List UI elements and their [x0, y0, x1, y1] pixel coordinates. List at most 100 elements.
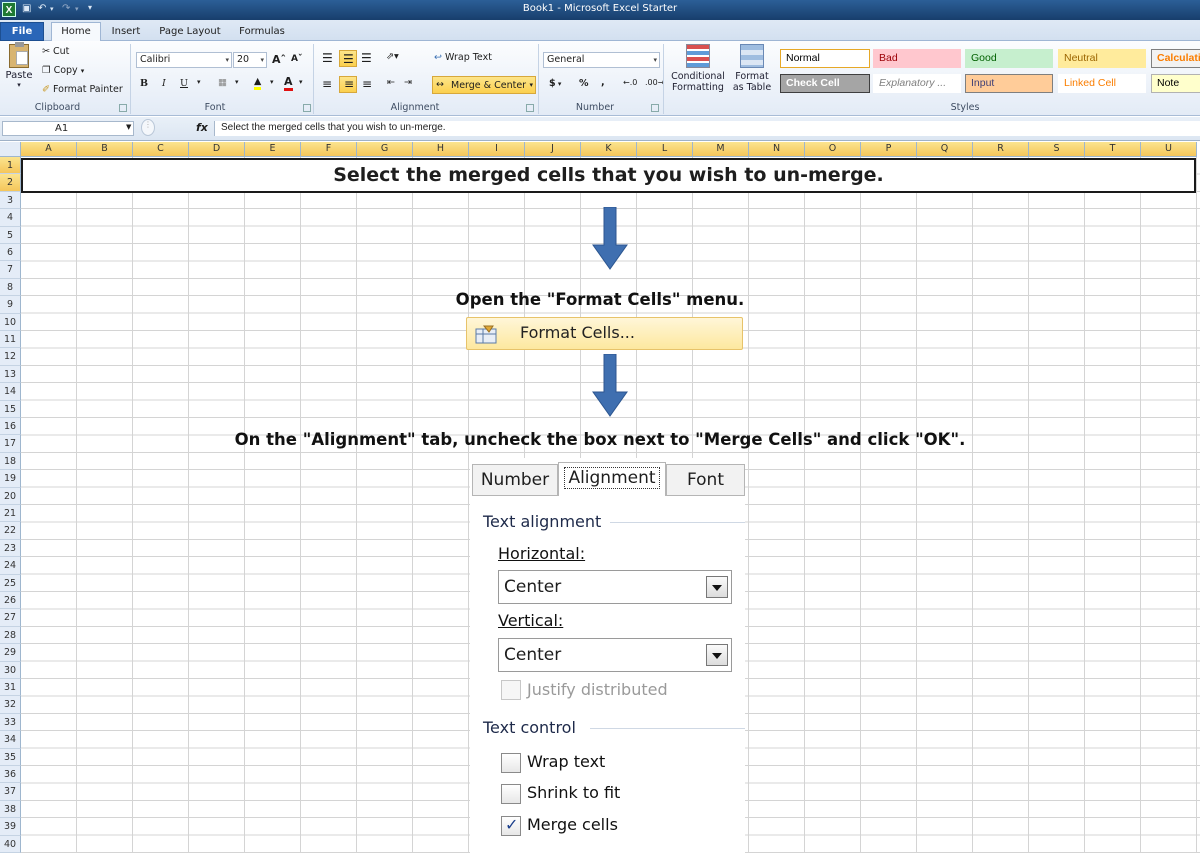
- shrink-to-fit-checkbox[interactable]: [501, 784, 521, 804]
- merge-dropdown-icon[interactable]: ▾: [529, 81, 533, 89]
- column-header[interactable]: H: [413, 142, 469, 157]
- column-header[interactable]: M: [693, 142, 749, 157]
- row-header[interactable]: 26: [0, 592, 21, 610]
- decrease-indent-icon[interactable]: ⇤: [387, 77, 395, 88]
- row-header[interactable]: 28: [0, 626, 21, 645]
- column-header[interactable]: K: [581, 142, 637, 157]
- format-cells-menu-item[interactable]: Format Cells...: [466, 317, 743, 350]
- merge-center-button[interactable]: ↔ Merge & Center ▾: [432, 76, 536, 94]
- font-launcher-icon[interactable]: [303, 104, 311, 112]
- vertical-select[interactable]: Center: [498, 638, 732, 672]
- row-header[interactable]: 20: [0, 487, 21, 505]
- row-header[interactable]: 22: [0, 522, 21, 540]
- style-normal[interactable]: Normal: [780, 49, 870, 68]
- style-check-cell[interactable]: Check Cell: [780, 74, 870, 93]
- style-explanatory[interactable]: Explanatory ...: [873, 74, 961, 93]
- row-header[interactable]: 37: [0, 783, 21, 801]
- row-header[interactable]: 11: [0, 331, 21, 349]
- conditional-formatting-button[interactable]: Conditional Formatting: [667, 44, 729, 93]
- row-header[interactable]: 30: [0, 661, 21, 679]
- column-header[interactable]: D: [189, 142, 245, 157]
- currency-button[interactable]: $ ▾: [549, 78, 561, 89]
- column-header[interactable]: B: [77, 142, 133, 157]
- italic-button[interactable]: I: [162, 78, 166, 89]
- clipboard-launcher-icon[interactable]: [119, 104, 127, 112]
- row-header[interactable]: 5: [0, 226, 21, 244]
- align-right-icon[interactable]: ≡: [362, 77, 372, 91]
- align-left-icon[interactable]: ≡: [322, 77, 332, 91]
- column-header[interactable]: S: [1029, 142, 1085, 157]
- column-header[interactable]: I: [469, 142, 525, 157]
- row-header[interactable]: 18: [0, 452, 21, 471]
- font-size-combo[interactable]: 20 ▾: [233, 52, 267, 68]
- row-header[interactable]: 6: [0, 244, 21, 262]
- underline-dropdown-icon[interactable]: ▾: [197, 78, 201, 86]
- decrease-decimal-icon[interactable]: .00→: [645, 78, 664, 87]
- align-bottom-icon[interactable]: ☰: [361, 51, 372, 65]
- copy-button[interactable]: ❐ Copy ▾: [42, 65, 84, 76]
- alignment-launcher-icon[interactable]: [526, 104, 534, 112]
- copy-dropdown-icon[interactable]: ▾: [81, 67, 85, 75]
- comma-button[interactable]: ,: [601, 77, 605, 88]
- column-header[interactable]: T: [1085, 142, 1141, 157]
- tab-insert[interactable]: Insert: [107, 23, 145, 41]
- tab-formulas[interactable]: Formulas: [236, 23, 288, 41]
- row-header[interactable]: 1: [0, 157, 21, 175]
- paste-dropdown-icon[interactable]: ▾: [4, 81, 34, 89]
- orientation-icon[interactable]: ⇗▾: [386, 51, 399, 62]
- style-bad[interactable]: Bad: [873, 49, 961, 68]
- row-header[interactable]: 19: [0, 470, 21, 488]
- column-header[interactable]: R: [973, 142, 1029, 157]
- column-header[interactable]: J: [525, 142, 581, 157]
- merge-cells-checkbox[interactable]: ✓: [501, 815, 521, 836]
- column-header[interactable]: F: [301, 142, 357, 157]
- column-header[interactable]: N: [749, 142, 805, 157]
- align-middle-button[interactable]: ☰: [339, 50, 357, 67]
- row-header[interactable]: 12: [0, 348, 21, 366]
- column-header[interactable]: U: [1141, 142, 1197, 157]
- justify-distributed-checkbox[interactable]: [501, 680, 521, 700]
- style-note[interactable]: Note: [1151, 74, 1200, 93]
- style-neutral[interactable]: Neutral: [1058, 49, 1146, 68]
- chevron-down-icon[interactable]: [706, 644, 728, 666]
- align-top-icon[interactable]: ☰: [322, 51, 333, 65]
- row-header[interactable]: 38: [0, 800, 21, 819]
- number-launcher-icon[interactable]: [651, 104, 659, 112]
- column-header[interactable]: C: [133, 142, 189, 157]
- bold-button[interactable]: B: [140, 78, 148, 89]
- row-header[interactable]: 13: [0, 365, 21, 384]
- borders-icon[interactable]: ▦: [218, 77, 227, 88]
- borders-dropdown-icon[interactable]: ▾: [235, 78, 239, 86]
- style-calculation[interactable]: Calculati: [1151, 49, 1200, 68]
- font-color-icon[interactable]: A: [284, 75, 293, 91]
- row-header[interactable]: 15: [0, 400, 21, 418]
- tab-number[interactable]: Number: [472, 464, 558, 496]
- column-header[interactable]: Q: [917, 142, 973, 157]
- formula-bar-handle-icon[interactable]: ⋮: [141, 119, 155, 136]
- tab-alignment[interactable]: Alignment: [558, 462, 666, 496]
- column-header[interactable]: L: [637, 142, 693, 157]
- percent-button[interactable]: %: [579, 78, 589, 89]
- row-header[interactable]: 27: [0, 609, 21, 627]
- format-painter-button[interactable]: ✐ Format Painter: [42, 84, 123, 95]
- paste-button[interactable]: Paste ▾: [4, 42, 34, 89]
- row-header[interactable]: 23: [0, 539, 21, 558]
- font-name-combo[interactable]: Calibri ▾: [136, 52, 232, 68]
- tab-font[interactable]: Font: [666, 464, 745, 496]
- horizontal-select[interactable]: Center: [498, 570, 732, 604]
- font-color-dropdown-icon[interactable]: ▾: [299, 78, 303, 86]
- name-box[interactable]: A1: [2, 121, 134, 136]
- column-header[interactable]: P: [861, 142, 917, 157]
- tab-home[interactable]: Home: [51, 22, 101, 41]
- select-all-corner[interactable]: [0, 142, 21, 157]
- row-header[interactable]: 14: [0, 383, 21, 401]
- formula-input[interactable]: Select the merged cells that you wish to…: [214, 121, 1200, 136]
- merged-cell-a1[interactable]: Select the merged cells that you wish to…: [21, 158, 1196, 193]
- tab-page-layout[interactable]: Page Layout: [158, 23, 222, 41]
- row-header[interactable]: 29: [0, 644, 21, 662]
- row-header[interactable]: 39: [0, 818, 21, 836]
- row-header[interactable]: 3: [0, 191, 21, 210]
- tab-file[interactable]: File: [0, 22, 44, 41]
- underline-button[interactable]: U: [180, 78, 188, 89]
- row-header[interactable]: 32: [0, 696, 21, 714]
